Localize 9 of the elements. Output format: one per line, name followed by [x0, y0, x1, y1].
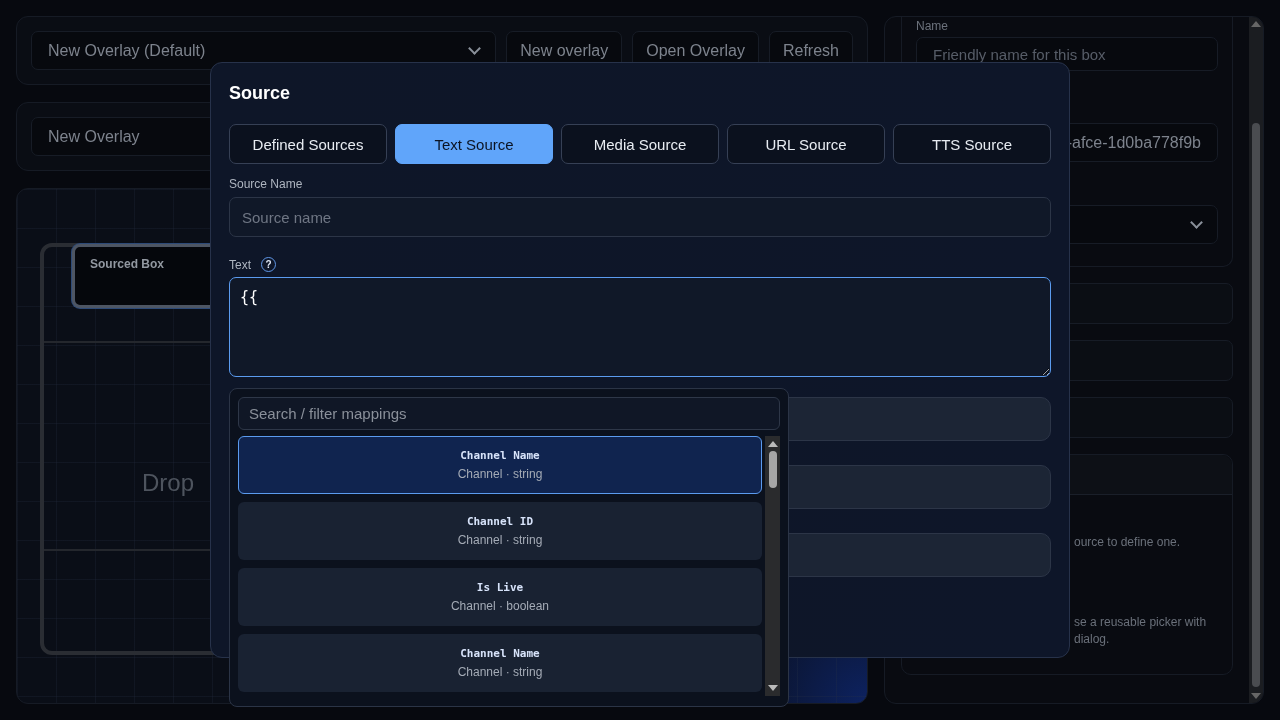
field-label: Text	[229, 257, 251, 272]
field-label: Source Name	[229, 177, 304, 191]
field-label: Name	[916, 19, 949, 33]
hint-text: dialog.	[1074, 631, 1110, 648]
dialog-title: Source	[229, 83, 292, 104]
hint-text: ource to define one.	[1074, 534, 1181, 551]
hint-text: se a reusable picker with	[1074, 614, 1207, 631]
box-label: Sourced Box	[90, 257, 164, 271]
drop-text: Drop	[142, 469, 195, 497]
